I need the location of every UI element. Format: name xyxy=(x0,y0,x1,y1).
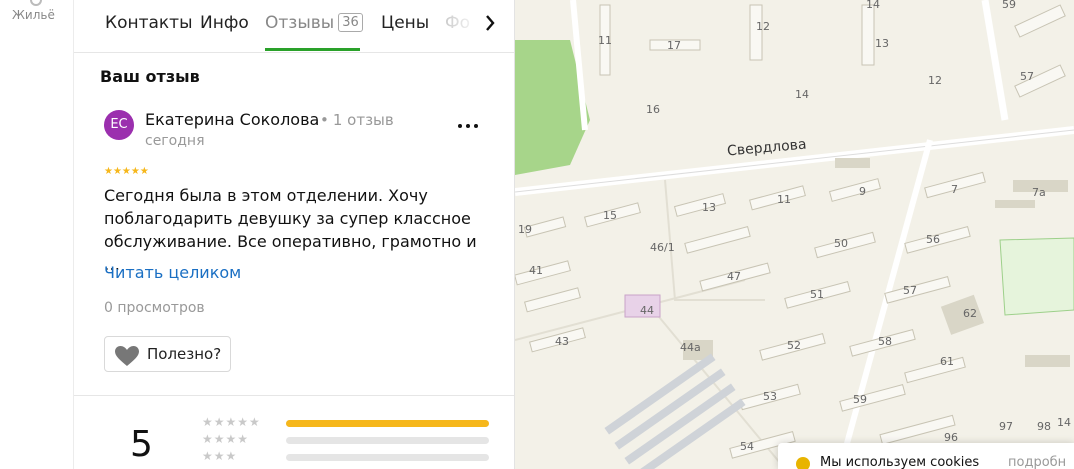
active-tab-indicator xyxy=(265,48,360,51)
svg-text:50: 50 xyxy=(834,237,848,250)
useful-label: Полезно? xyxy=(147,345,222,363)
svg-text:43: 43 xyxy=(555,335,569,348)
svg-text:61: 61 xyxy=(940,355,954,368)
svg-text:59: 59 xyxy=(853,393,867,406)
svg-text:47: 47 xyxy=(727,270,741,283)
tabs-next-button[interactable] xyxy=(478,10,502,36)
svg-text:59: 59 xyxy=(1002,0,1016,11)
svg-text:7а: 7а xyxy=(1032,186,1046,199)
stars-3-icon: ★★★ xyxy=(202,449,238,463)
tab-prices[interactable]: Цены xyxy=(381,12,429,38)
rating-bar-3 xyxy=(286,454,489,461)
my-review-heading: Ваш отзыв xyxy=(100,67,200,86)
views-count: 0 просмотров xyxy=(104,300,205,316)
tab-info[interactable]: Инфо xyxy=(200,12,249,38)
cookie-text: Мы используем cookies xyxy=(820,455,980,469)
author-name[interactable]: Екатерина Соколова xyxy=(145,110,319,129)
read-more-link[interactable]: Читать целиком xyxy=(104,263,241,282)
avatar[interactable]: ЕС xyxy=(104,110,134,140)
svg-text:11: 11 xyxy=(777,193,791,206)
review-rating-stars: ★★★★★ xyxy=(104,166,149,177)
svg-text:13: 13 xyxy=(702,201,716,214)
cookie-icon xyxy=(796,457,810,469)
reviews-count-badge: 36 xyxy=(338,13,363,32)
tab-reviews[interactable]: Отзывы 36 xyxy=(265,12,363,38)
chevron-right-icon xyxy=(486,15,495,31)
more-dots-icon xyxy=(458,124,478,128)
heart-icon xyxy=(115,346,139,366)
svg-text:16: 16 xyxy=(646,103,660,116)
svg-text:12: 12 xyxy=(928,74,942,87)
svg-text:57: 57 xyxy=(903,284,917,297)
svg-text:14: 14 xyxy=(795,88,809,101)
left-rail: Жильё xyxy=(0,0,74,469)
svg-text:58: 58 xyxy=(878,335,892,348)
svg-text:14: 14 xyxy=(866,0,880,11)
svg-text:9: 9 xyxy=(859,185,866,198)
author-review-count: • 1 отзыв xyxy=(320,111,394,129)
stars-4-icon: ★★★★ xyxy=(202,432,250,446)
svg-text:54: 54 xyxy=(740,440,754,453)
svg-text:19: 19 xyxy=(518,223,532,236)
svg-text:12: 12 xyxy=(756,20,770,33)
svg-text:51: 51 xyxy=(810,288,824,301)
cookie-banner: Мы используем cookies подробн xyxy=(778,443,1074,469)
rating-bar-4 xyxy=(286,437,489,444)
rating-score: 5 xyxy=(130,424,153,465)
svg-text:15: 15 xyxy=(603,209,617,222)
rating-bar-5 xyxy=(286,420,489,427)
more-options-button[interactable] xyxy=(455,116,481,134)
svg-text:11: 11 xyxy=(598,34,612,47)
rail-label-housing[interactable]: Жильё xyxy=(0,8,73,22)
svg-text:57: 57 xyxy=(1020,70,1034,83)
svg-text:13: 13 xyxy=(875,37,889,50)
svg-text:44а: 44а xyxy=(680,341,701,354)
svg-text:17: 17 xyxy=(667,39,681,52)
svg-text:53: 53 xyxy=(763,390,777,403)
map-canvas: 11 17 12 14 13 59 57 12 16 14 7а 9 7 15 … xyxy=(515,0,1074,469)
svg-text:98: 98 xyxy=(1037,420,1051,433)
org-panel: Контакты Инфо Отзывы36 Цены Фо Ваш отзыв… xyxy=(74,0,515,469)
svg-text:56: 56 xyxy=(926,233,940,246)
review-date: сегодня xyxy=(145,133,205,149)
stars-5-icon: ★★★★★ xyxy=(202,415,261,429)
map[interactable]: 11 17 12 14 13 59 57 12 16 14 7а 9 7 15 … xyxy=(515,0,1074,469)
svg-text:7: 7 xyxy=(951,183,958,196)
svg-text:62: 62 xyxy=(963,307,977,320)
svg-text:44: 44 xyxy=(640,304,654,317)
svg-text:14: 14 xyxy=(1057,416,1071,429)
tabs-bar: Контакты Инфо Отзывы36 Цены Фо xyxy=(74,0,514,53)
svg-text:41: 41 xyxy=(529,264,543,277)
cookie-more-link[interactable]: подробн xyxy=(1008,455,1066,469)
svg-text:52: 52 xyxy=(787,339,801,352)
tab-contacts[interactable]: Контакты xyxy=(105,12,193,38)
home-icon[interactable] xyxy=(30,0,42,6)
useful-button[interactable]: Полезно? xyxy=(104,336,231,372)
svg-text:46/1: 46/1 xyxy=(650,241,675,254)
divider xyxy=(74,395,514,396)
svg-text:97: 97 xyxy=(999,420,1013,433)
